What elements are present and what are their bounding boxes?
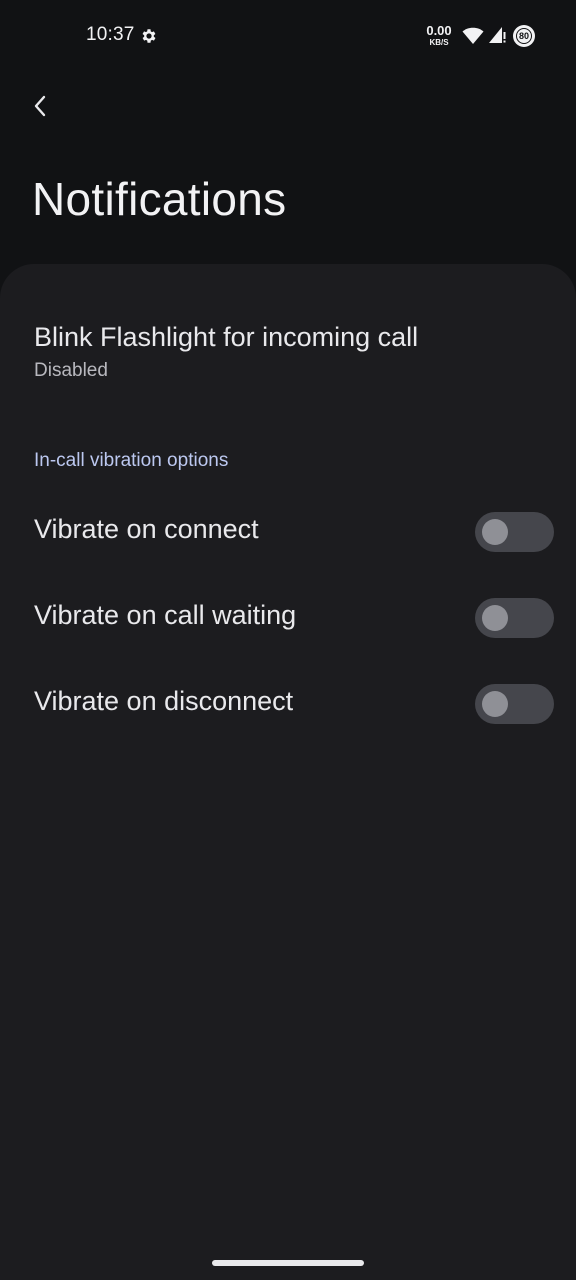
vibrate-on-call-waiting-label: Vibrate on call waiting: [34, 600, 297, 630]
blink-flashlight-title: Blink Flashlight for incoming call: [34, 322, 419, 352]
toggle-thumb: [482, 691, 508, 717]
network-speed-indicator: 0.00 KB/S: [422, 24, 456, 47]
vibrate-on-disconnect-toggle[interactable]: [475, 684, 554, 724]
status-time: 10:37: [86, 24, 135, 45]
vibrate-on-disconnect-label: Vibrate on disconnect: [34, 686, 294, 716]
battery-icon: 80: [513, 25, 535, 47]
toggle-thumb: [482, 605, 508, 631]
vibrate-on-connect-label: Vibrate on connect: [34, 514, 259, 544]
wifi-icon: [462, 27, 484, 44]
home-indicator[interactable]: [212, 1260, 364, 1266]
signal-icon: [489, 27, 506, 43]
vibrate-on-disconnect-row[interactable]: Vibrate on disconnect: [0, 674, 576, 734]
chevron-left-icon: [34, 95, 46, 117]
blink-flashlight-summary: Disabled: [34, 360, 108, 381]
page-title: Notifications: [32, 173, 287, 225]
vibrate-on-connect-row[interactable]: Vibrate on connect: [0, 502, 576, 562]
network-speed-value: 0.00: [426, 23, 452, 38]
vibrate-on-call-waiting-row[interactable]: Vibrate on call waiting: [0, 588, 576, 648]
back-button[interactable]: [20, 84, 60, 128]
toggle-thumb: [482, 519, 508, 545]
vibrate-on-call-waiting-toggle[interactable]: [475, 598, 554, 638]
gear-icon: [142, 29, 156, 43]
notifications-settings-screen: 10:37 0.00 KB/S 80 Notifications Blink F…: [0, 0, 576, 1280]
battery-level: 80: [518, 31, 529, 41]
network-speed-unit: KB/S: [429, 38, 449, 47]
blink-flashlight-preference[interactable]: Blink Flashlight for incoming call Disab…: [0, 320, 576, 396]
in-call-vibration-section-header: In-call vibration options: [34, 450, 229, 471]
settings-list: Blink Flashlight for incoming call Disab…: [0, 264, 576, 1280]
vibrate-on-connect-toggle[interactable]: [475, 512, 554, 552]
status-bar: 10:37 0.00 KB/S 80: [0, 0, 576, 72]
